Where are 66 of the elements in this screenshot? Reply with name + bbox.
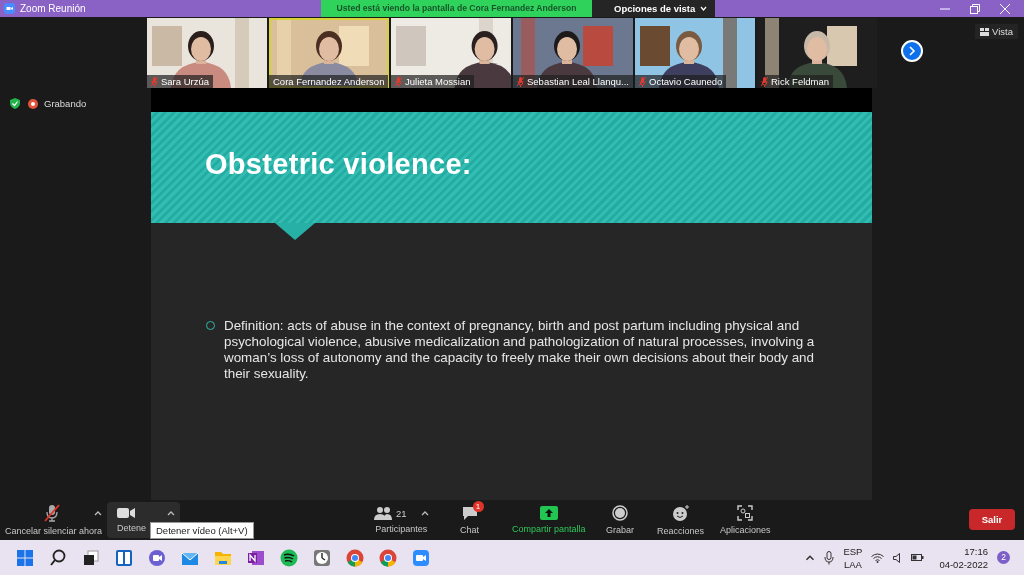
reactions-button[interactable]: Reacciones (655, 502, 707, 538)
apps-button[interactable]: Aplicaciones (718, 502, 773, 538)
video-tile[interactable]: Julieta Mossian (391, 18, 511, 88)
share-button[interactable]: Compartir pantalla (510, 502, 588, 538)
clock-icon[interactable] (311, 547, 332, 568)
speaker-icon[interactable] (893, 552, 903, 563)
music-app-icon[interactable] (278, 547, 299, 568)
caret-up-icon[interactable] (167, 510, 175, 516)
chat-button[interactable]: 1 Chat (458, 502, 481, 538)
chevron-right-icon (908, 46, 916, 56)
next-page-button[interactable] (901, 40, 923, 62)
chat-icon[interactable] (146, 547, 167, 568)
layout-icon (980, 27, 990, 36)
leave-button[interactable]: Salir (969, 509, 1015, 530)
caret-up-icon[interactable] (93, 510, 102, 516)
shield-icon[interactable] (10, 98, 20, 109)
search-icon[interactable] (47, 547, 68, 568)
battery-icon[interactable] (911, 553, 925, 562)
name-label: Julieta Mossian (391, 75, 475, 88)
notification-badge[interactable]: 2 (997, 551, 1010, 564)
recording-icon (28, 98, 38, 109)
video-tile[interactable]: Sara Urzúa (147, 18, 267, 88)
unread-badge: 1 (472, 500, 484, 512)
screen-share-banner: Usted está viendo la pantalla de Cora Fernandez Anderson (321, 0, 592, 17)
microphone-icon[interactable] (824, 550, 835, 565)
wifi-icon[interactable] (871, 552, 885, 563)
name-label: Cora Fernandez Anderson (269, 75, 389, 88)
video-tile[interactable]: Sebastian Leal Llanqu... (513, 18, 633, 88)
recording-label: Grabando (44, 98, 87, 109)
chevron-down-icon (700, 6, 708, 11)
video-camera-icon (117, 507, 135, 519)
participants-button[interactable]: 21 Participantes (372, 502, 431, 538)
share-screen-icon (539, 506, 558, 520)
chat-icon (461, 505, 478, 521)
name-label: Sara Urzúa (147, 75, 214, 88)
view-button[interactable]: Vista (975, 24, 1018, 39)
slide-title: Obstetric violence: (205, 148, 472, 181)
close-icon[interactable] (1000, 3, 1010, 14)
video-tile[interactable]: Rick Feldman (757, 18, 877, 88)
window-title: Zoom Reunión (20, 3, 86, 14)
participant-count: 21 (396, 507, 407, 519)
caret-up-icon[interactable] (420, 510, 429, 516)
video-tile[interactable]: Cora Fernandez Anderson (269, 18, 389, 88)
apps-icon (737, 505, 754, 521)
caret-up-icon[interactable] (805, 554, 816, 561)
browser-icon[interactable] (344, 547, 365, 568)
app-logo-icon (4, 3, 15, 14)
start-menu-icon[interactable] (14, 547, 35, 568)
bullet-text: Definition: acts of abuse in the context of pregnancy, birth and post partum including physical and psychological violence, abusive medicalization and pathologization of natural processes, involving a woman’s loss of autonomy and the capacity to freely make their own decisions about their body and their sexuality. (224, 318, 816, 382)
restore-icon[interactable] (970, 3, 980, 14)
video-camera-icon[interactable] (410, 547, 431, 568)
input-language-indicator[interactable]: ESP LAA (843, 544, 863, 571)
smiley-icon (671, 504, 690, 522)
record-button[interactable]: Grabar (604, 502, 636, 538)
record-icon (612, 505, 628, 521)
view-options-button[interactable]: Opciones de vista (592, 0, 716, 17)
clock[interactable]: 17:16 04-02-2022 (939, 544, 988, 571)
tooltip: Detener vídeo (Alt+V) (150, 522, 254, 539)
name-label: Octavio Caunedo (635, 75, 727, 88)
name-label: Sebastian Leal Llanqu... (513, 75, 633, 88)
people-icon (374, 506, 392, 520)
browser-icon[interactable] (377, 547, 398, 568)
widgets-icon[interactable] (113, 547, 134, 568)
header-pointer (275, 223, 315, 240)
mic-button[interactable]: Cancelar silenciar ahora (3, 502, 105, 538)
video-tile[interactable]: Octavio Caunedo (635, 18, 755, 88)
